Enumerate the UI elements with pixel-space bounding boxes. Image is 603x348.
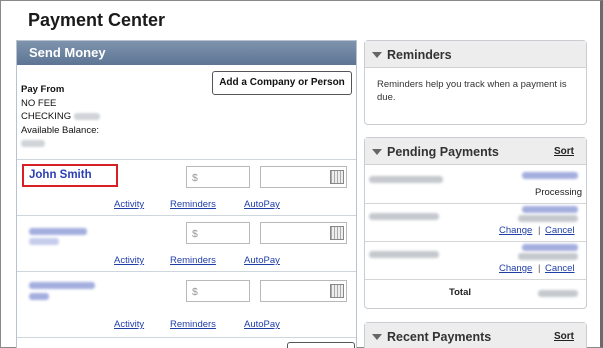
pay-from-info: Pay From NO FEE CHECKING Available Balan… xyxy=(21,83,100,151)
collapse-icon[interactable] xyxy=(372,149,382,155)
calendar-icon[interactable] xyxy=(330,284,344,298)
sort-link[interactable]: Sort xyxy=(554,331,574,342)
separator: | xyxy=(538,225,541,236)
payee-row: $ Activity Reminders AutoPay xyxy=(17,215,356,271)
reminders-panel: Reminders Reminders help you track when … xyxy=(364,40,587,125)
reminders-description: Reminders help you track when a payment … xyxy=(377,79,567,103)
pending-row: Change | Cancel xyxy=(365,242,586,280)
redacted-payee-name-2 xyxy=(29,238,59,245)
activity-link[interactable]: Activity xyxy=(114,255,144,266)
payment-status: Processing xyxy=(535,187,582,198)
redacted-amount-link[interactable] xyxy=(522,206,578,213)
separator: | xyxy=(538,263,541,274)
redacted-date xyxy=(518,215,578,222)
amount-input[interactable]: $ xyxy=(186,280,250,302)
redacted-payee xyxy=(369,251,439,258)
redacted-balance xyxy=(21,139,45,147)
account-name: CHECKING xyxy=(21,111,72,122)
change-link[interactable]: Change xyxy=(499,225,532,236)
redacted-amount-link[interactable] xyxy=(522,172,578,179)
total-label: Total xyxy=(449,287,471,298)
send-money-panel: Send Money Pay From NO FEE CHECKING Avai… xyxy=(16,40,357,348)
pending-row: Change | Cancel xyxy=(365,204,586,242)
reminders-header[interactable]: Reminders xyxy=(365,41,586,68)
reminders-link[interactable]: Reminders xyxy=(170,199,216,210)
redacted-total xyxy=(538,290,578,297)
payee-row xyxy=(17,337,356,348)
payee-name-link[interactable]: John Smith xyxy=(29,169,92,181)
add-company-or-person-button[interactable]: Add a Company or Person xyxy=(212,71,352,95)
partial-button[interactable] xyxy=(287,342,355,348)
balance-label: Available Balance: xyxy=(21,124,99,136)
redacted-payee-name-2 xyxy=(29,293,49,300)
pending-payments-title: Pending Payments xyxy=(387,145,499,159)
send-money-header: Send Money xyxy=(17,41,356,65)
autopay-link[interactable]: AutoPay xyxy=(244,255,280,266)
collapse-icon[interactable] xyxy=(372,334,382,340)
date-input[interactable] xyxy=(260,222,347,244)
reminders-link[interactable]: Reminders xyxy=(170,255,216,266)
cancel-link[interactable]: Cancel xyxy=(545,225,575,236)
date-input[interactable] xyxy=(260,166,347,188)
pending-row: Processing xyxy=(365,166,586,204)
redacted-payee xyxy=(369,213,439,220)
redacted-payee-name[interactable] xyxy=(29,228,87,235)
reminders-link[interactable]: Reminders xyxy=(170,319,216,330)
autopay-link[interactable]: AutoPay xyxy=(244,319,280,330)
change-link[interactable]: Change xyxy=(499,263,532,274)
collapse-icon[interactable] xyxy=(372,52,382,58)
recent-payments-panel: Recent Payments Sort xyxy=(364,322,587,348)
redacted-payee xyxy=(369,176,443,183)
reminders-title: Reminders xyxy=(387,48,452,62)
redacted-amount-link[interactable] xyxy=(522,244,578,251)
payee-row: John Smith $ Activity Reminders AutoPay xyxy=(17,159,356,215)
calendar-icon[interactable] xyxy=(330,170,344,184)
sort-link[interactable]: Sort xyxy=(554,146,574,157)
redacted-date xyxy=(518,253,578,260)
amount-input[interactable]: $ xyxy=(186,222,250,244)
redacted-payee-name[interactable] xyxy=(29,282,95,289)
amount-input[interactable]: $ xyxy=(186,166,250,188)
pending-payments-panel: Pending Payments Sort Processing Change … xyxy=(364,137,587,309)
redacted-account-number xyxy=(73,112,100,120)
payee-row: $ Activity Reminders AutoPay xyxy=(17,271,356,337)
recent-payments-header[interactable]: Recent Payments Sort xyxy=(365,323,586,348)
pay-from-label: Pay From xyxy=(21,84,65,95)
cancel-link[interactable]: Cancel xyxy=(545,263,575,274)
calendar-icon[interactable] xyxy=(330,226,344,240)
pending-payments-header[interactable]: Pending Payments Sort xyxy=(365,138,586,165)
balance-value xyxy=(21,137,100,151)
recent-payments-title: Recent Payments xyxy=(387,330,492,344)
page-title: Payment Center xyxy=(28,10,166,30)
fee-text: NO FEE xyxy=(21,97,57,109)
autopay-link[interactable]: AutoPay xyxy=(244,199,280,210)
date-input[interactable] xyxy=(260,280,347,302)
activity-link[interactable]: Activity xyxy=(114,319,144,330)
account-line: CHECKING xyxy=(21,110,100,124)
activity-link[interactable]: Activity xyxy=(114,199,144,210)
